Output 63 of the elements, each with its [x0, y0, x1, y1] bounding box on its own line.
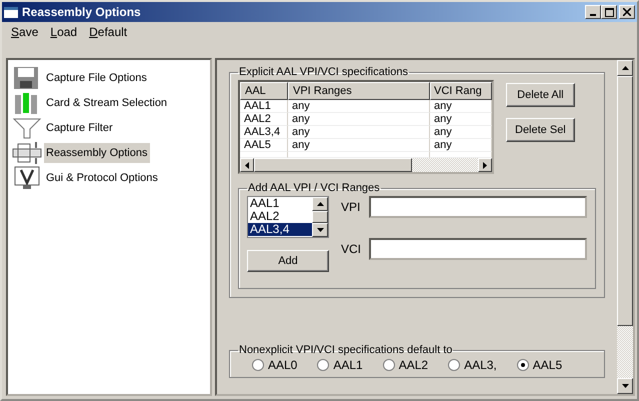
radio-option[interactable]: AAL5: [516, 358, 562, 372]
down-arrow-icon: [316, 228, 324, 232]
horizontal-scrollbar[interactable]: [240, 158, 492, 172]
list-scrollbar[interactable]: [312, 197, 328, 237]
menu-item[interactable]: Load: [50, 25, 78, 53]
list-item[interactable]: AAL2: [248, 210, 312, 223]
delete-button[interactable]: Delete Sel: [506, 118, 575, 142]
field-label: VCI: [341, 242, 361, 256]
window-title: Reassembly Options: [22, 5, 142, 19]
vertical-scrollbar[interactable]: [617, 60, 633, 394]
table-cell: any: [430, 113, 492, 126]
menu-item[interactable]: Save: [11, 25, 38, 53]
table-cell: AAL3,4: [240, 126, 288, 139]
scrollbar-thumb[interactable]: [617, 76, 633, 326]
aal-listbox[interactable]: AAL1 AAL2 AAL3,4: [247, 196, 329, 238]
column-header[interactable]: AAL: [240, 82, 288, 100]
column-header[interactable]: VCI Rang: [430, 82, 492, 100]
minimize-button[interactable]: [585, 5, 601, 19]
frame-icon: [12, 141, 42, 165]
right-arrow-icon: [483, 162, 487, 168]
input-field[interactable]: [369, 196, 587, 218]
group-title: Add AAL VPI / VCI Ranges: [247, 182, 381, 194]
input-field[interactable]: [369, 238, 587, 260]
table-cell: any: [288, 113, 430, 126]
sidebar-item[interactable]: Capture Filter: [44, 118, 115, 138]
table-cell: AAL1: [240, 100, 288, 113]
table-cell: any: [288, 139, 430, 152]
radio-option[interactable]: AAL2: [382, 358, 428, 372]
group-title: Nonexplicit VPI/VCI specifications default to: [238, 344, 454, 356]
maximize-button[interactable]: [601, 5, 617, 19]
table-cell: any: [430, 139, 492, 152]
close-button[interactable]: [619, 5, 635, 19]
sidebar-item[interactable]: Reassembly Options: [44, 143, 150, 163]
up-arrow-icon: [316, 202, 324, 206]
table-cell: any: [430, 100, 492, 113]
table-cell: any: [288, 100, 430, 113]
window-icon: [4, 6, 18, 18]
radio-option[interactable]: AAL0: [252, 358, 298, 372]
list-item[interactable]: AAL3,4: [248, 223, 312, 236]
radio-option[interactable]: AAL1: [317, 358, 363, 372]
sidebar-item[interactable]: Card & Stream Selection: [44, 93, 170, 113]
sidebar-item[interactable]: Capture File Options: [44, 68, 149, 88]
scrollbar-thumb[interactable]: [254, 158, 412, 172]
table-cell: any: [430, 126, 492, 139]
column-header[interactable]: VPI Ranges: [288, 82, 430, 100]
left-arrow-icon: [245, 162, 249, 168]
list-item[interactable]: AAL1: [248, 197, 312, 210]
up-arrow-icon: [622, 66, 628, 70]
table-cell: any: [288, 126, 430, 139]
group-title: Explicit AAL VPI/VCI specifications: [238, 66, 409, 78]
radio-option[interactable]: AAL3,: [448, 358, 497, 372]
maximize-icon: [604, 8, 614, 16]
table-cell: AAL2: [240, 113, 288, 126]
monitor-icon: [12, 166, 42, 190]
down-arrow-icon: [622, 384, 628, 388]
funnel-icon: [12, 116, 42, 140]
menu-item[interactable]: Default: [89, 25, 128, 53]
add-button[interactable]: Add: [247, 250, 329, 272]
table-cell: AAL5: [240, 139, 288, 152]
field-label: VPI: [341, 200, 361, 214]
close-icon: [623, 8, 631, 16]
sidebar-item[interactable]: Gui & Protocol Options: [44, 168, 160, 188]
delete-button[interactable]: Delete All: [506, 83, 575, 107]
